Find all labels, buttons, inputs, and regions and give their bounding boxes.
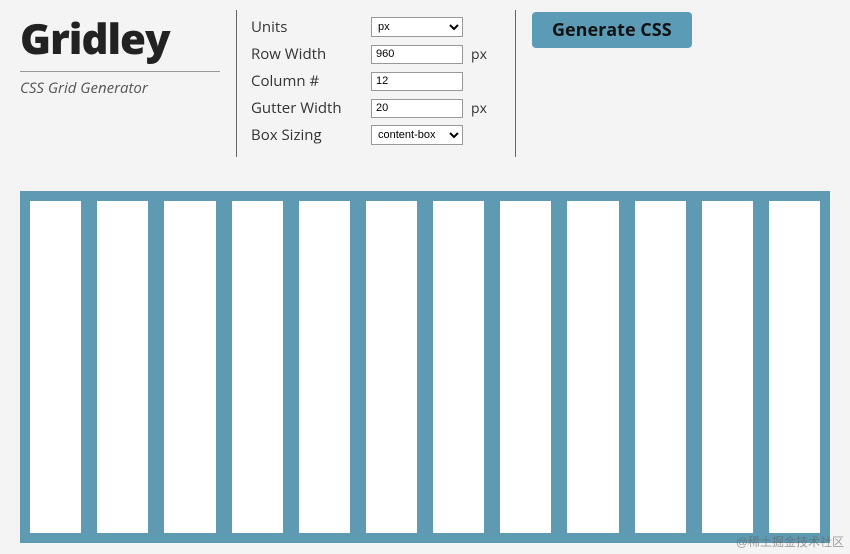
gutter-width-label: Gutter Width xyxy=(251,98,371,118)
grid-column xyxy=(635,201,686,533)
box-sizing-label: Box Sizing xyxy=(251,125,371,145)
app-title: Gridley xyxy=(20,10,220,69)
grid-column xyxy=(567,201,618,533)
row-width-label: Row Width xyxy=(251,44,371,64)
grid-column xyxy=(164,201,215,533)
grid-column xyxy=(30,201,81,533)
grid-column xyxy=(97,201,148,533)
box-sizing-select[interactable]: content-box xyxy=(371,125,463,145)
generate-css-button[interactable]: Generate CSS xyxy=(532,12,692,48)
row-width-input[interactable] xyxy=(371,45,463,64)
gutter-width-input[interactable] xyxy=(371,99,463,118)
units-select[interactable]: px xyxy=(371,17,463,37)
grid-column xyxy=(769,201,820,533)
gutter-width-unit: px xyxy=(471,99,487,118)
app-subtitle: CSS Grid Generator xyxy=(20,78,220,98)
row-width-unit: px xyxy=(471,45,487,64)
grid-column xyxy=(702,201,753,533)
grid-column xyxy=(299,201,350,533)
grid-column xyxy=(366,201,417,533)
column-count-input[interactable] xyxy=(371,72,463,91)
brand-divider xyxy=(20,71,220,72)
watermark: @稀土掘金技术社区 xyxy=(736,533,844,550)
grid-column xyxy=(433,201,484,533)
grid-column xyxy=(232,201,283,533)
column-count-label: Column # xyxy=(251,71,371,91)
config-panel: Units px Row Width px Column # Gutter Wi… xyxy=(236,10,516,157)
grid-column xyxy=(500,201,551,533)
grid-preview xyxy=(20,191,830,543)
units-label: Units xyxy=(251,17,371,37)
